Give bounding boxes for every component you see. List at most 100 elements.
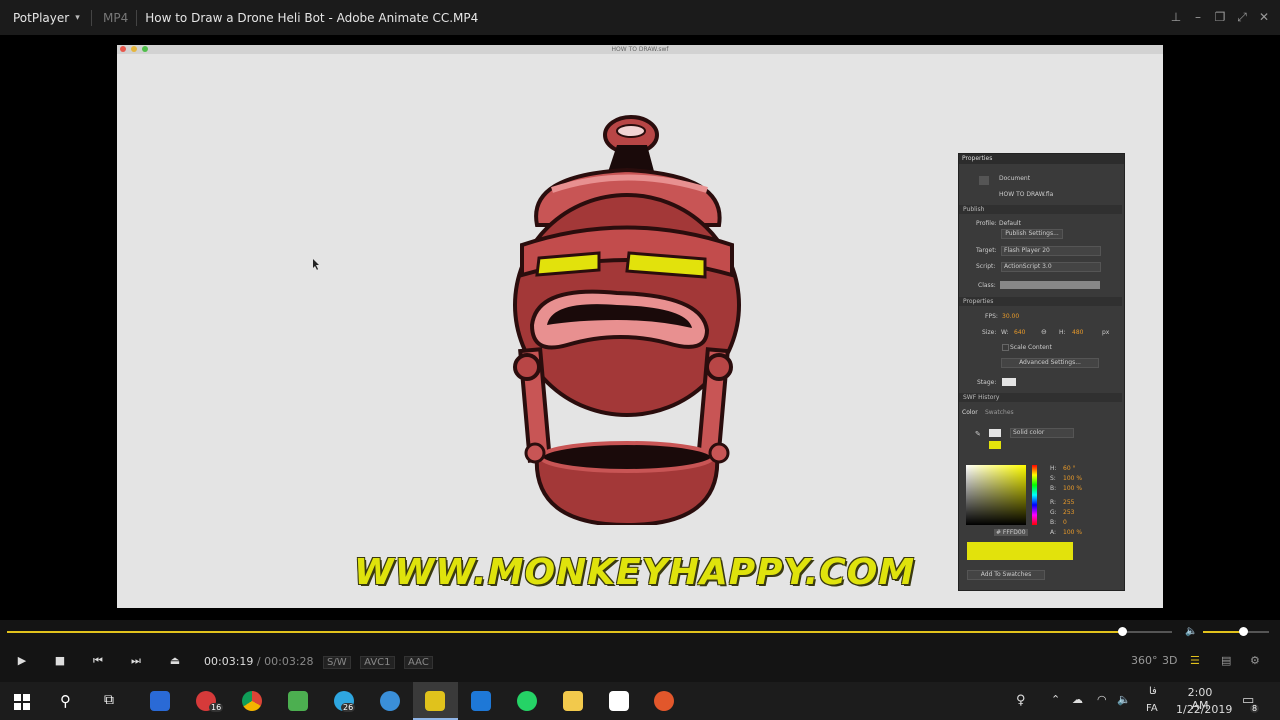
vr-360-button[interactable]: 360° (1131, 654, 1158, 667)
properties-panel: Properties Document HOW TO DRAW.fla Publ… (958, 153, 1125, 591)
close-icon[interactable]: ✕ (1256, 9, 1272, 25)
red-label: R: (1050, 499, 1057, 506)
volume-handle[interactable] (1238, 627, 1248, 636)
whatsapp-icon[interactable] (517, 691, 537, 711)
seek-bar[interactable] (7, 627, 1172, 636)
green-value[interactable]: 253 (1063, 509, 1074, 516)
potplayer-icon[interactable] (425, 691, 445, 711)
class-input[interactable] (1000, 281, 1100, 289)
height-value[interactable]: 480 (1072, 329, 1083, 336)
script-label: Script: (976, 263, 996, 270)
play-icon[interactable]: ▶ (13, 654, 31, 668)
fullscreen-icon[interactable]: ⤢ (1234, 9, 1250, 25)
blue-value[interactable]: 0 (1063, 519, 1067, 526)
color-tab[interactable]: Color (962, 409, 978, 416)
stage-label: Stage: (977, 379, 997, 386)
script-select[interactable]: ActionScript 3.0 (1001, 262, 1101, 272)
onedrive-icon[interactable]: ☁ (1072, 693, 1083, 706)
title-bar: PotPlayer ▾ MP4 How to Draw a Drone Heli… (0, 0, 1280, 35)
outlook-icon[interactable] (471, 691, 491, 711)
windows-start-icon[interactable] (14, 694, 30, 710)
brightness-value[interactable]: 100 % (1063, 485, 1082, 492)
class-label: Class: (978, 282, 996, 289)
alpha-value[interactable]: 100 % (1063, 529, 1082, 536)
swf-title: HOW TO DRAW.swf (611, 46, 669, 53)
stop-icon[interactable]: ■ (51, 654, 69, 668)
width-label: W: (1001, 329, 1009, 336)
cursor-icon (313, 259, 319, 270)
volume-slider[interactable] (1203, 627, 1269, 636)
minimize-icon[interactable]: – (1190, 9, 1206, 25)
video-area[interactable]: HOW TO DRAW.swf WWW.MONKEYHAPPY.COM Prop… (0, 35, 1280, 620)
app-menu-button[interactable]: PotPlayer ▾ (0, 11, 91, 25)
chapter-list-icon[interactable]: ▤ (1221, 654, 1231, 667)
saturation-value[interactable]: 100 % (1063, 475, 1082, 482)
playlist-search-icon[interactable]: ☰ (1190, 654, 1200, 667)
hue-slider[interactable] (1032, 465, 1037, 525)
store-icon[interactable] (150, 691, 170, 711)
scale-content-checkbox[interactable] (1002, 344, 1009, 351)
player-controls: 🔈 ▶ ■ ⏮ ⏭ ⏏ 00:03:19 / 00:03:28 S/W AVC1… (0, 620, 1280, 682)
clock-date[interactable]: 1/22/2019 (1176, 703, 1232, 716)
task-view-icon[interactable]: ⧉ (104, 692, 114, 708)
gear-icon[interactable]: ⚙ (1250, 654, 1260, 667)
scale-content-label: Scale Content (1010, 344, 1052, 351)
chevron-down-icon: ▾ (75, 12, 80, 23)
minimize-dot-icon (131, 46, 137, 52)
people-icon[interactable]: ♀ (1016, 693, 1026, 708)
eject-icon[interactable]: ⏏ (166, 654, 184, 668)
red-value[interactable]: 255 (1063, 499, 1074, 506)
language-indicator[interactable]: FA (1146, 703, 1158, 714)
stage-color-swatch[interactable] (1002, 378, 1016, 386)
volume-level (1203, 631, 1243, 633)
chrome-icon[interactable] (242, 691, 262, 711)
firefox-icon[interactable] (654, 691, 674, 711)
sw-badge[interactable]: S/W (323, 656, 351, 669)
seek-progress (7, 631, 1122, 633)
messenger-icon[interactable] (380, 691, 400, 711)
photos-icon[interactable] (609, 691, 629, 711)
speaker-icon[interactable]: 🔈 (1117, 693, 1131, 706)
language-script[interactable]: فا (1149, 686, 1157, 697)
swatches-tab[interactable]: Swatches (985, 409, 1014, 416)
previous-icon[interactable]: ⏮ (89, 654, 107, 668)
fps-value[interactable]: 30.00 (1002, 313, 1019, 320)
color-preview (967, 542, 1073, 560)
publish-settings-button[interactable]: Publish Settings... (1001, 229, 1063, 239)
document-icon (979, 176, 989, 185)
wifi-icon[interactable]: ◠ (1097, 693, 1107, 706)
windows-taskbar: ⚲ ⧉ 16 26 ♀ ⌃ ☁ ◠ 🔈 فا FA 2:00 AM 1/22/2… (0, 682, 1280, 720)
properties-section: Properties (959, 297, 1122, 306)
volume-icon[interactable]: 🔈 (1185, 626, 1197, 637)
document-file: HOW TO DRAW.fla (999, 191, 1054, 198)
publish-section: Publish (959, 205, 1122, 214)
hue-value[interactable]: 60 ° (1063, 465, 1076, 472)
swf-history-section: SWF History (959, 393, 1122, 402)
advanced-settings-button[interactable]: Advanced Settings... (1001, 358, 1099, 368)
telegram-badge: 26 (341, 703, 356, 712)
fill-color-swatch[interactable] (989, 441, 1001, 449)
stroke-color-swatch[interactable] (989, 429, 1001, 437)
search-icon[interactable]: ⚲ (60, 692, 71, 710)
3d-button[interactable]: 3D (1162, 654, 1177, 667)
add-to-swatches-button[interactable]: Add To Swatches (967, 570, 1045, 580)
audio-codec-badge[interactable]: AAC (404, 656, 433, 669)
hex-value[interactable]: # FFFD00 (994, 529, 1028, 536)
restore-icon[interactable]: ❐ (1212, 9, 1228, 25)
app-name: PotPlayer (13, 10, 70, 25)
video-codec-badge[interactable]: AVC1 (360, 656, 395, 669)
swf-titlebar: HOW TO DRAW.swf (117, 45, 1163, 54)
target-select[interactable]: Flash Player 20 (1001, 246, 1101, 256)
eyedropper-icon[interactable]: ✎ (975, 430, 981, 438)
next-icon[interactable]: ⏭ (127, 654, 145, 668)
pin-icon[interactable]: ⊥ (1168, 9, 1184, 25)
link-icon[interactable]: ⊖ (1041, 328, 1047, 336)
width-value[interactable]: 640 (1014, 329, 1025, 336)
blue-label: B: (1050, 519, 1057, 526)
color-type-select[interactable]: Solid color (1010, 428, 1074, 438)
seek-handle[interactable] (1117, 627, 1127, 636)
file-explorer-icon[interactable] (563, 691, 583, 711)
rocket-app-icon[interactable] (288, 691, 308, 711)
chevron-up-icon[interactable]: ⌃ (1051, 693, 1060, 706)
color-picker-field[interactable] (966, 465, 1026, 525)
